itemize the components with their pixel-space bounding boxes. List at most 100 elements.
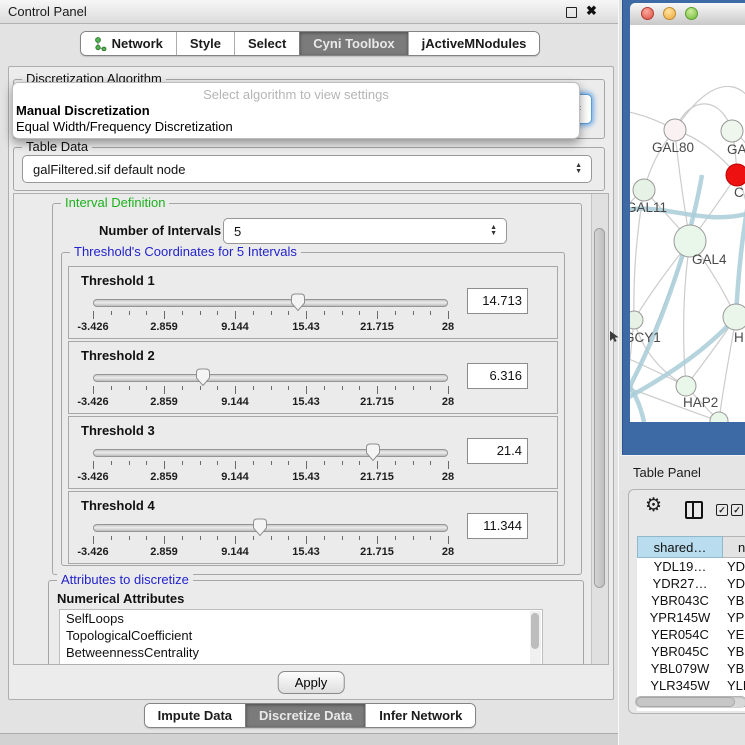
- network-edge: [736, 193, 745, 317]
- num-intervals-combobox[interactable]: 5 ▲▼: [223, 218, 507, 244]
- table-row[interactable]: YPR145WYPR1: [637, 609, 745, 626]
- zoom-traffic-light-icon[interactable]: [685, 7, 698, 20]
- combo-arrows-icon: ▲▼: [490, 225, 497, 237]
- app-root: Control Panel ✖ Network Style SelectCyni T…: [0, 0, 745, 745]
- threshold-label: Threshold 1: [81, 273, 155, 288]
- attributes-list-scrollbar[interactable]: [530, 611, 541, 665]
- dropdown-option-equal-width-frequency-discretization[interactable]: Equal Width/Frequency Discretization: [16, 119, 233, 135]
- table-row[interactable]: YBR043CYBR0: [637, 592, 745, 609]
- algorithm-dropdown-popup: Select algorithm to view settings Manual…: [12, 82, 580, 139]
- network-node[interactable]: [710, 412, 728, 422]
- threshold-value-field[interactable]: 6.316: [467, 363, 528, 389]
- column-header-shared[interactable]: shared…: [637, 536, 723, 558]
- tab-style[interactable]: Style: [176, 32, 234, 55]
- bottom-tab-discretize-data[interactable]: Discretize Data: [245, 704, 365, 727]
- node-label: GCY1: [630, 330, 661, 345]
- slider-tick-labels: -3.4262.8599.14415.4321.71528: [93, 546, 448, 559]
- attributes-groupbox: Attributes to discretize Numerical Attri…: [48, 580, 584, 665]
- minimize-traffic-light-icon[interactable]: [663, 7, 676, 20]
- numerical-attributes-list[interactable]: SelfLoopsTopologicalCoefficientBetweenne…: [59, 609, 543, 665]
- slider-track[interactable]: [93, 374, 448, 382]
- bottom-strip: [0, 733, 620, 745]
- close-icon[interactable]: ✖: [586, 3, 597, 19]
- tab-label: Impute Data: [158, 708, 232, 723]
- table-header-row: shared…na: [637, 536, 745, 558]
- split-columns-icon[interactable]: [685, 501, 703, 519]
- threshold-slider[interactable]: -3.4262.8599.14415.4321.71528: [93, 366, 448, 412]
- node-table: shared…naYDL19…YDL1YDR27…YDR2YBR043CYBR0…: [637, 536, 745, 711]
- slider-thumb[interactable]: [194, 367, 212, 387]
- attribute-item-selfloops[interactable]: SelfLoops: [60, 610, 542, 627]
- table-row[interactable]: YLR345WYLR3: [637, 677, 745, 694]
- close-traffic-light-icon[interactable]: [641, 7, 654, 20]
- network-node-gcy1[interactable]: [630, 311, 643, 329]
- slider-thumb[interactable]: [289, 292, 307, 312]
- table-data-groupbox: Table Data galFiltered.sif default node …: [13, 147, 605, 191]
- threshold-value-field[interactable]: 21.4: [467, 438, 528, 464]
- network-node-c[interactable]: [726, 164, 745, 186]
- attribute-item-topologicalcoefficient[interactable]: TopologicalCoefficient: [60, 627, 542, 644]
- checkbox-icon[interactable]: ✓: [731, 504, 743, 516]
- gear-icon[interactable]: ⚙: [645, 496, 662, 516]
- settings-scrollpane: Interval Definition Number of Intervals …: [13, 193, 609, 665]
- table-panel-body: ⚙ ✓ ✓ shared…naYDL19…YDL1YDR27…YDR2YBR04…: [628, 489, 745, 714]
- node-label: GAL11: [630, 200, 667, 215]
- threshold-slider[interactable]: -3.4262.8599.14415.4321.71528: [93, 516, 448, 562]
- attribute-item-betweennesscentrality[interactable]: BetweennessCentrality: [60, 644, 542, 661]
- table-row[interactable]: YDL19…YDL1: [637, 558, 745, 575]
- network-graph: GAL80GACGAL11GAL4GCY1HHAP2: [630, 25, 745, 422]
- table-row[interactable]: YER054CYER0: [637, 626, 745, 643]
- dropdown-option-manual-discretization[interactable]: Manual Discretization: [16, 103, 150, 119]
- threshold-value-field[interactable]: 11.344: [467, 513, 528, 539]
- tab-cyni-toolbox[interactable]: Cyni Toolbox: [299, 32, 407, 55]
- threshold-label: Threshold 4: [81, 498, 155, 513]
- slider-track[interactable]: [93, 449, 448, 457]
- slider-ticks: [93, 536, 448, 545]
- threshold-label: Threshold 2: [81, 348, 155, 363]
- network-window-titlebar[interactable]: [630, 3, 745, 26]
- threshold-slider[interactable]: -3.4262.8599.14415.4321.71528: [93, 441, 448, 487]
- tab-label: Network: [112, 36, 163, 51]
- table-horizontal-scrollbar[interactable]: [635, 696, 745, 708]
- node-label: H: [734, 330, 744, 345]
- network-node-gal80[interactable]: [664, 119, 686, 141]
- threshold-card: Threshold 4 -3.4262.8599.14415.4321.71528…: [68, 491, 558, 564]
- network-node-h[interactable]: [723, 304, 745, 330]
- column-header-name[interactable]: na: [723, 536, 745, 558]
- table-data-group-title: Table Data: [22, 139, 92, 154]
- table-row[interactable]: YBL079WYBL0: [637, 660, 745, 677]
- tab-network[interactable]: Network: [81, 32, 176, 55]
- network-node-gal11[interactable]: [633, 179, 655, 201]
- tab-label: Style: [190, 36, 221, 51]
- network-node-hap2[interactable]: [676, 376, 696, 396]
- float-window-icon[interactable]: [566, 7, 577, 18]
- bottom-tab-infer-network[interactable]: Infer Network: [365, 704, 475, 727]
- slider-thumb[interactable]: [364, 442, 382, 462]
- network-canvas[interactable]: GAL80GACGAL11GAL4GCY1HHAP2: [630, 25, 745, 422]
- network-node-ga[interactable]: [721, 120, 743, 142]
- threshold-card: Threshold 2 -3.4262.8599.14415.4321.71528…: [68, 341, 558, 414]
- tab-label: Discretize Data: [259, 708, 352, 723]
- table-panel-title: Table Panel: [633, 465, 701, 480]
- threshold-slider[interactable]: -3.4262.8599.14415.4321.71528: [93, 291, 448, 337]
- checkbox-icon[interactable]: ✓: [716, 504, 728, 516]
- control-panel-title: Control Panel: [8, 4, 87, 19]
- combo-arrows-icon: ▲▼: [575, 163, 582, 175]
- table-row[interactable]: YBR045CYBR0: [637, 643, 745, 660]
- settings-vertical-scrollbar[interactable]: [591, 194, 608, 664]
- apply-button[interactable]: Apply: [278, 671, 345, 694]
- table-panel-header: Table Panel: [620, 455, 745, 490]
- tab-jactivemnodules[interactable]: jActiveMNodules: [408, 32, 540, 55]
- table-row[interactable]: YDR27…YDR2: [637, 575, 745, 592]
- thresholds-groupbox: Threshold's Coordinates for 5 Intervals …: [61, 252, 565, 566]
- slider-tick-labels: -3.4262.8599.14415.4321.71528: [93, 471, 448, 484]
- dropdown-placeholder: Select algorithm to view settings: [13, 87, 579, 102]
- threshold-value-field[interactable]: 14.713: [467, 288, 528, 314]
- table-data-value: galFiltered.sif default node: [33, 162, 185, 177]
- tab-select[interactable]: Select: [234, 32, 299, 55]
- slider-thumb[interactable]: [251, 517, 269, 537]
- bottom-tab-impute-data[interactable]: Impute Data: [145, 704, 245, 727]
- slider-track[interactable]: [93, 299, 448, 307]
- slider-track[interactable]: [93, 524, 448, 532]
- table-data-combobox[interactable]: galFiltered.sif default node ▲▼: [22, 155, 592, 183]
